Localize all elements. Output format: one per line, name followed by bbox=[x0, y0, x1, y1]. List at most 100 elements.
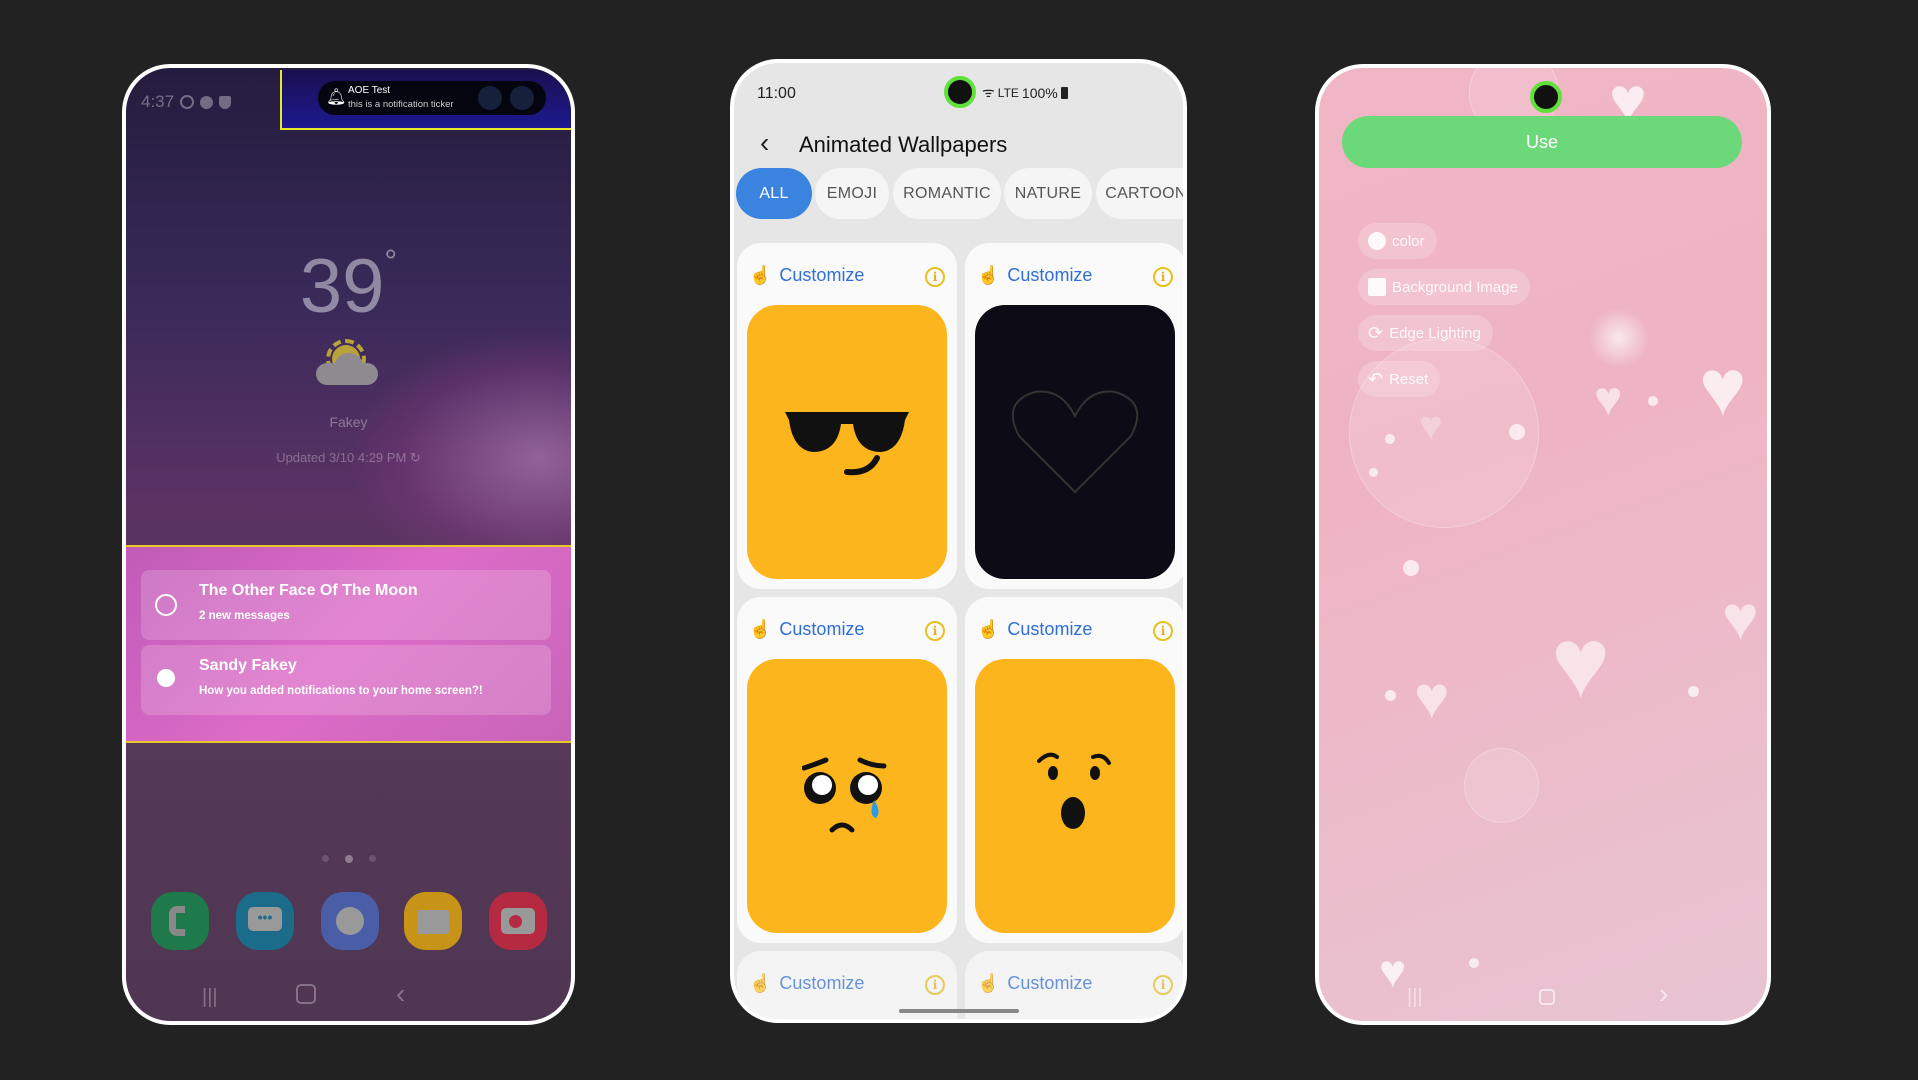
touch-icon: ☝ bbox=[749, 619, 772, 639]
page-indicator[interactable] bbox=[322, 855, 376, 863]
notification-card[interactable]: Sandy Fakey How you added notifications … bbox=[141, 645, 551, 715]
info-icon[interactable]: i bbox=[925, 975, 945, 995]
dot-decoration bbox=[1385, 434, 1395, 444]
heart-decoration: ♥ bbox=[1594, 373, 1623, 426]
dot-decoration bbox=[1688, 686, 1699, 697]
info-icon[interactable]: i bbox=[925, 621, 945, 641]
wallpaper-thumbnail-sunglasses[interactable] bbox=[747, 305, 947, 579]
notification-card[interactable]: The Other Face Of The Moon 2 new message… bbox=[141, 570, 551, 640]
info-icon[interactable]: i bbox=[1153, 975, 1173, 995]
wallpaper-card[interactable]: ☝ Customize i bbox=[737, 597, 957, 943]
back-button[interactable]: ‹ bbox=[396, 978, 405, 1010]
background-image-option[interactable]: Background Image bbox=[1358, 269, 1530, 305]
recents-button[interactable]: ||| bbox=[202, 986, 218, 1009]
dot-decoration bbox=[1469, 958, 1479, 968]
forward-button[interactable]: › bbox=[1659, 978, 1668, 1010]
whatsapp-icon bbox=[155, 594, 177, 616]
page-title: Animated Wallpapers bbox=[799, 132, 1008, 157]
camera-lens-icon bbox=[478, 86, 502, 110]
status-time: 4:37 bbox=[141, 92, 175, 111]
notifications-widget: The Other Face Of The Moon 2 new message… bbox=[126, 545, 571, 743]
gallery-phone: 11:00 ᯤ LTE 100% ‹ Animated Wallpapers A… bbox=[730, 59, 1187, 1023]
shield-icon bbox=[219, 95, 232, 109]
touch-icon: ☝ bbox=[749, 973, 772, 993]
home-button[interactable] bbox=[296, 984, 316, 1004]
wallpaper-card[interactable]: ☝ Customize i bbox=[965, 243, 1183, 589]
notification-text: 2 new messages bbox=[199, 610, 290, 622]
weather-temperature: 39° bbox=[299, 243, 398, 329]
surprised-emoji-icon bbox=[1037, 752, 1111, 829]
customize-button[interactable]: ☝ Customize bbox=[977, 619, 1092, 640]
heart-decoration: ♥ bbox=[1551, 607, 1611, 719]
weather-updated[interactable]: Updated 3/10 4:29 PM ↻ bbox=[126, 450, 571, 466]
wallpaper-thumbnail-crying[interactable] bbox=[747, 659, 947, 933]
bubble bbox=[1464, 748, 1539, 823]
battery-icon bbox=[1060, 86, 1068, 99]
dock-messages-icon[interactable]: ••• bbox=[236, 892, 294, 950]
status-bar: 4:37 bbox=[141, 92, 232, 112]
partly-cloudy-icon bbox=[312, 333, 382, 393]
bell-icon: 🔔︎ bbox=[326, 89, 347, 106]
notification-title: Sandy Fakey bbox=[199, 657, 297, 674]
info-icon[interactable]: i bbox=[1153, 621, 1173, 641]
dock-internet-icon[interactable] bbox=[321, 892, 379, 950]
customize-button[interactable]: ☝ Customize bbox=[749, 973, 864, 994]
ticker-title: AOE Test bbox=[348, 85, 391, 96]
front-camera bbox=[1530, 81, 1562, 113]
battery-label: 100% bbox=[1021, 84, 1058, 101]
weather-location: Fakey bbox=[329, 414, 368, 430]
notification-ticker[interactable]: 🔔︎ AOE Test this is a notification ticke… bbox=[318, 81, 546, 115]
network-label: LTE bbox=[997, 85, 1019, 100]
dock-phone-icon[interactable] bbox=[151, 892, 209, 950]
wallpaper-thumbnail-heart[interactable] bbox=[975, 305, 1175, 579]
tab-emoji[interactable]: EMOJI bbox=[815, 168, 889, 219]
heart-outline-icon bbox=[1011, 390, 1139, 494]
camera-lens-icon bbox=[510, 86, 534, 110]
dot-decoration bbox=[1648, 396, 1658, 406]
dock-camera-icon[interactable] bbox=[489, 892, 547, 950]
glow bbox=[1589, 308, 1649, 368]
home-indicator[interactable] bbox=[899, 1009, 1019, 1013]
touch-icon: ☝ bbox=[977, 973, 1000, 993]
status-time: 11:00 bbox=[757, 85, 796, 102]
reset-option[interactable]: ↶ Reset bbox=[1358, 361, 1441, 397]
dot-decoration bbox=[1369, 468, 1378, 477]
tab-romantic[interactable]: ROMANTIC bbox=[893, 168, 1001, 219]
ticker-text: this is a notification ticker bbox=[348, 99, 454, 110]
info-icon[interactable]: i bbox=[1153, 267, 1173, 287]
customize-button[interactable]: ☝ Customize bbox=[749, 619, 864, 640]
sync-icon: ⟳ bbox=[1368, 322, 1384, 343]
undo-icon: ↶ bbox=[1368, 368, 1384, 389]
touch-icon: ☝ bbox=[977, 619, 1000, 639]
tab-nature[interactable]: NATURE bbox=[1004, 168, 1092, 219]
dot-decoration bbox=[1385, 690, 1396, 701]
recents-button[interactable]: ||| bbox=[1407, 986, 1423, 1009]
tab-cartoon[interactable]: CARTOON bbox=[1096, 168, 1183, 219]
info-icon[interactable]: i bbox=[925, 267, 945, 287]
dock-files-icon[interactable] bbox=[404, 892, 462, 950]
heart-decoration: ♥ bbox=[1379, 945, 1407, 997]
customize-button[interactable]: ☝ Customize bbox=[977, 265, 1092, 286]
tab-all[interactable]: ALL bbox=[736, 168, 812, 219]
color-option[interactable]: color bbox=[1358, 223, 1437, 259]
image-icon bbox=[1368, 278, 1386, 296]
customize-button[interactable]: ☝ Customize bbox=[749, 265, 864, 286]
edge-lighting-option[interactable]: ⟳ Edge Lighting bbox=[1358, 315, 1493, 351]
lockscreen-phone: 4:37 🔔︎ AOE Test this is a notification … bbox=[122, 64, 575, 1025]
ticker-highlight: 🔔︎ AOE Test this is a notification ticke… bbox=[280, 70, 571, 130]
dot-decoration bbox=[1509, 424, 1525, 440]
status-icons: ᯤ LTE 100% bbox=[982, 83, 1068, 102]
touch-icon: ☝ bbox=[749, 265, 772, 285]
use-button[interactable]: Use bbox=[1342, 116, 1742, 168]
wallpaper-card[interactable]: ☝ Customize i bbox=[737, 243, 957, 589]
dot-decoration bbox=[1403, 560, 1419, 576]
heart-decoration: ♥ bbox=[1722, 584, 1759, 653]
wallpaper-card[interactable]: ☝ Customize i bbox=[965, 597, 1183, 943]
customize-button[interactable]: ☝ Customize bbox=[977, 973, 1092, 994]
notification-text: How you added notifications to your home… bbox=[199, 685, 483, 697]
back-arrow-icon[interactable]: ‹ bbox=[760, 127, 769, 159]
sunglasses-emoji-icon bbox=[785, 412, 909, 476]
heart-decoration: ♥ bbox=[1419, 404, 1443, 448]
wallpaper-thumbnail-surprised[interactable] bbox=[975, 659, 1175, 933]
home-button[interactable] bbox=[1539, 989, 1555, 1005]
